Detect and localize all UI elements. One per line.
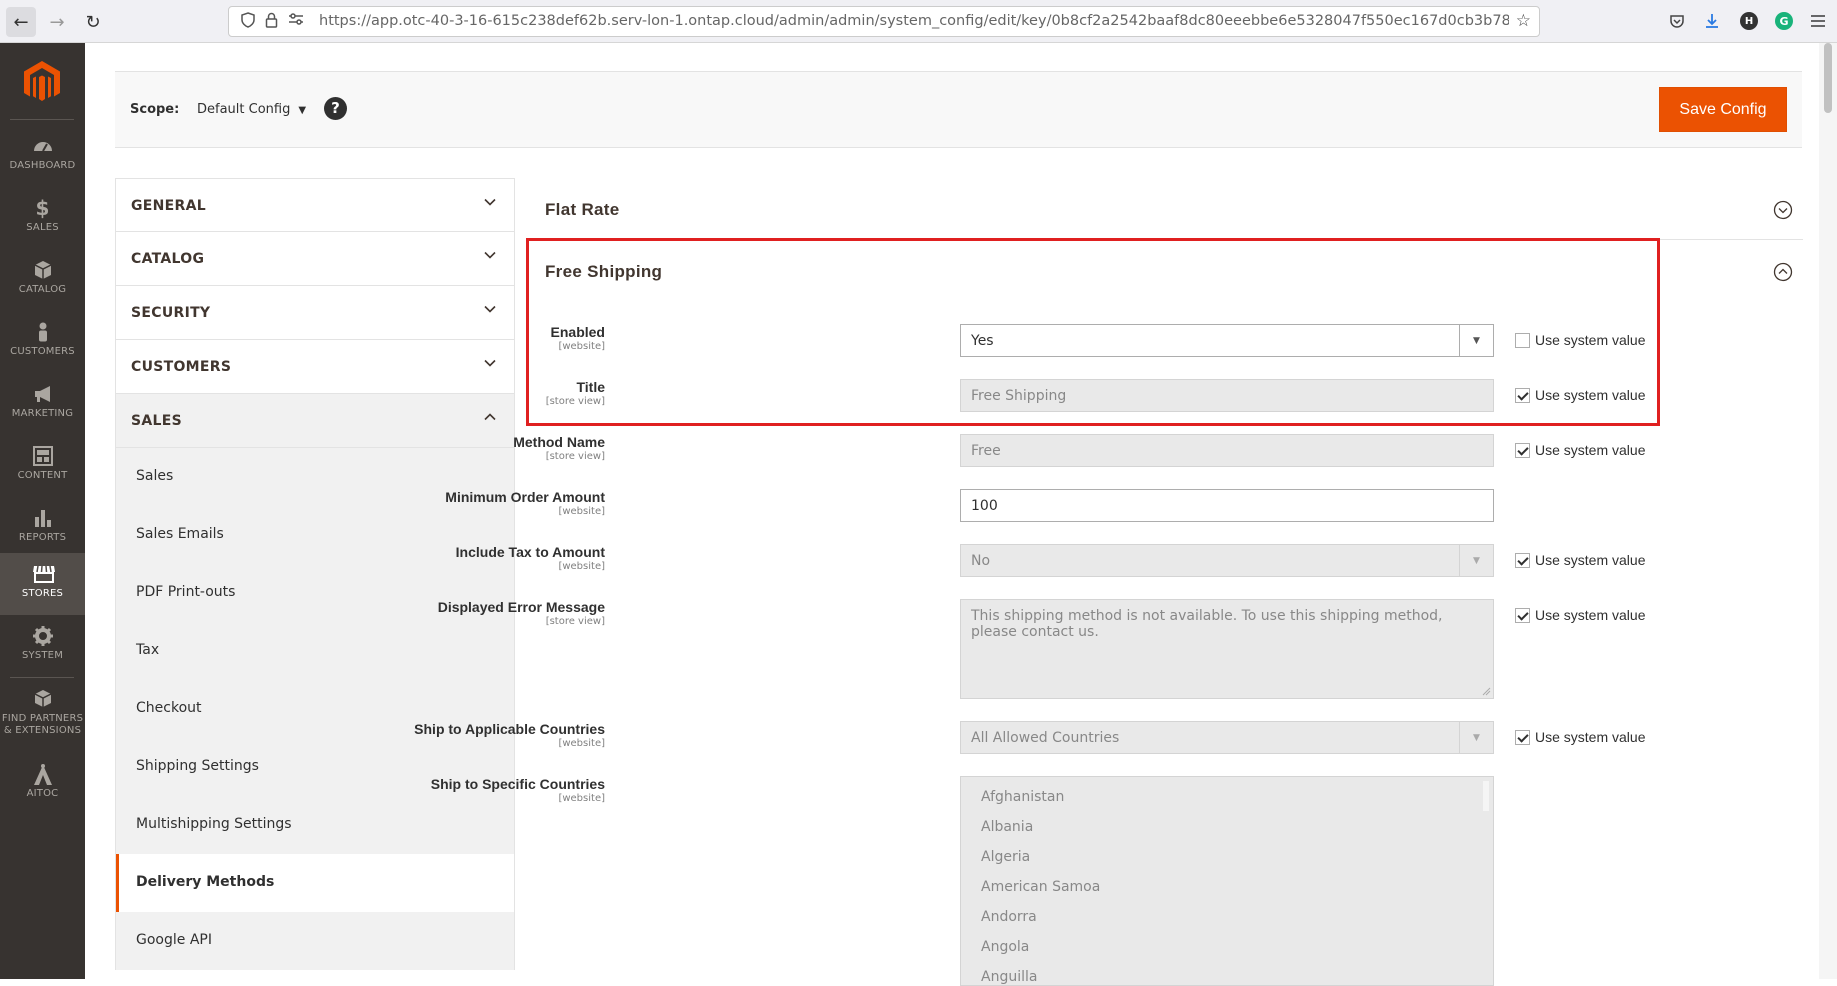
- include-tax-select[interactable]: No ▼: [960, 544, 1494, 577]
- title-input[interactable]: Free Shipping: [960, 379, 1494, 412]
- nav-system[interactable]: SYSTEM: [0, 615, 85, 677]
- method-name-use-system-value[interactable]: Use system value: [1515, 442, 1645, 458]
- resize-grip-icon[interactable]: [1481, 686, 1491, 696]
- dashboard-icon: [32, 135, 54, 157]
- bar-chart-icon: [32, 507, 54, 529]
- menu-icon[interactable]: [1808, 11, 1828, 31]
- save-config-button[interactable]: Save Config: [1659, 87, 1787, 132]
- nav-aitoc[interactable]: AITOC: [0, 753, 85, 815]
- nav-find-partners[interactable]: FIND PARTNERS & EXTENSIONS: [0, 678, 85, 750]
- pocket-icon[interactable]: [1667, 11, 1687, 31]
- country-option[interactable]: Anguilla: [961, 962, 1493, 985]
- nav-divider: [10, 119, 74, 120]
- megaphone-icon: [32, 383, 54, 405]
- grammarly-extension-icon[interactable]: G: [1774, 11, 1794, 31]
- reload-button[interactable]: ↻: [78, 7, 108, 37]
- config-tab-catalog[interactable]: CATALOG: [115, 232, 515, 286]
- country-option[interactable]: Algeria: [961, 842, 1493, 872]
- profile-avatar[interactable]: H: [1739, 11, 1759, 31]
- caret-down-icon: ▼: [298, 105, 307, 116]
- country-option[interactable]: Albania: [961, 812, 1493, 842]
- enabled-use-system-value[interactable]: Use system value: [1515, 332, 1645, 348]
- subnav-google-api[interactable]: Google API: [116, 912, 514, 970]
- subnav-tax[interactable]: Tax: [116, 622, 514, 680]
- method-name-input[interactable]: Free: [960, 434, 1494, 467]
- country-option[interactable]: Afghanistan: [961, 782, 1493, 812]
- checkbox[interactable]: [1515, 608, 1530, 623]
- title-use-system-value[interactable]: Use system value: [1515, 387, 1645, 403]
- country-option[interactable]: Angola: [961, 932, 1493, 962]
- country-option[interactable]: American Samoa: [961, 872, 1493, 902]
- content-icon: [32, 445, 54, 467]
- aitoc-icon: [32, 763, 54, 785]
- caret-down-icon: ▼: [1459, 545, 1493, 576]
- config-tab-general[interactable]: GENERAL: [115, 178, 515, 232]
- nav-stores[interactable]: STORES: [0, 553, 85, 615]
- back-button[interactable]: ←: [6, 7, 36, 37]
- forward-button[interactable]: →: [42, 7, 72, 37]
- scope-label: Scope:: [130, 102, 180, 117]
- magento-logo-icon[interactable]: [22, 59, 62, 105]
- caret-down-icon: ▼: [1459, 325, 1493, 356]
- config-navigation: GENERAL CATALOG SECURITY CUSTOMERS SALES…: [115, 178, 515, 970]
- checkbox[interactable]: [1515, 333, 1530, 348]
- nav-customers[interactable]: CUSTOMERS: [0, 311, 85, 373]
- include-tax-use-system-value[interactable]: Use system value: [1515, 552, 1645, 568]
- checkbox[interactable]: [1515, 730, 1530, 745]
- gear-icon: [32, 625, 54, 647]
- scrollbar-thumb[interactable]: [1824, 43, 1832, 113]
- shield-icon[interactable]: [241, 12, 255, 32]
- error-message-use-system-value[interactable]: Use system value: [1515, 607, 1645, 623]
- lock-icon[interactable]: [265, 12, 278, 32]
- specific-countries-multiselect[interactable]: Afghanistan Albania Algeria American Sam…: [960, 776, 1494, 986]
- bookmark-star-icon[interactable]: ☆: [1516, 11, 1531, 31]
- extensions-icon: [32, 688, 54, 710]
- checkbox[interactable]: [1515, 443, 1530, 458]
- store-icon: [32, 563, 55, 585]
- nav-content[interactable]: CONTENT: [0, 435, 85, 497]
- browser-toolbar: ← → ↻ https://app.otc-40-3-16-615c238def…: [0, 0, 1837, 43]
- checkbox[interactable]: [1515, 553, 1530, 568]
- applicable-countries-select[interactable]: All Allowed Countries ▼: [960, 721, 1494, 754]
- address-bar[interactable]: https://app.otc-40-3-16-615c238def62b.se…: [228, 6, 1540, 37]
- help-icon[interactable]: ?: [324, 97, 347, 120]
- nav-sales[interactable]: $ SALES: [0, 187, 85, 249]
- download-icon[interactable]: [1702, 11, 1722, 31]
- url-text[interactable]: https://app.otc-40-3-16-615c238def62b.se…: [319, 13, 1509, 29]
- admin-side-nav: DASHBOARD $ SALES CATALOG CUSTOMERS MARK…: [0, 43, 85, 979]
- chevron-down-icon: [484, 359, 496, 367]
- min-order-amount-input[interactable]: 100: [960, 489, 1494, 522]
- permissions-icon[interactable]: [287, 12, 305, 30]
- expand-circle-icon[interactable]: [1773, 200, 1793, 220]
- scope-switcher[interactable]: Default Config ▼: [197, 102, 306, 117]
- applicable-countries-use-system-value[interactable]: Use system value: [1515, 729, 1645, 745]
- subnav-delivery-methods[interactable]: Delivery Methods: [116, 854, 514, 912]
- caret-down-icon: ▼: [1459, 722, 1493, 753]
- chevron-up-icon: [484, 413, 496, 421]
- chevron-down-icon: [484, 305, 496, 313]
- nav-catalog[interactable]: CATALOG: [0, 249, 85, 311]
- checkbox[interactable]: [1515, 388, 1530, 403]
- nav-marketing[interactable]: MARKETING: [0, 373, 85, 435]
- collapse-circle-icon[interactable]: [1773, 262, 1793, 282]
- enabled-select[interactable]: Yes ▼: [960, 324, 1494, 357]
- person-icon: [32, 321, 54, 343]
- chevron-down-icon: [484, 198, 496, 206]
- subnav-multishipping-settings[interactable]: Multishipping Settings: [116, 796, 514, 854]
- sales-subnav: Sales Sales Emails PDF Print-outs Tax Ch…: [115, 448, 515, 970]
- nav-dashboard[interactable]: DASHBOARD: [0, 125, 85, 187]
- page-scrollbar[interactable]: [1819, 43, 1837, 979]
- chevron-down-icon: [484, 251, 496, 259]
- nav-reports[interactable]: REPORTS: [0, 497, 85, 559]
- country-option[interactable]: Andorra: [961, 902, 1493, 932]
- error-message-textarea[interactable]: This shipping method is not available. T…: [960, 599, 1494, 699]
- cube-icon: [32, 259, 54, 281]
- flat-rate-section-header[interactable]: Flat Rate: [545, 178, 1803, 240]
- multiselect-scrollbar[interactable]: [1483, 781, 1489, 811]
- scope-toolbar: Scope: Default Config ▼ ? Save Config: [115, 71, 1802, 148]
- dollar-icon: $: [35, 196, 50, 220]
